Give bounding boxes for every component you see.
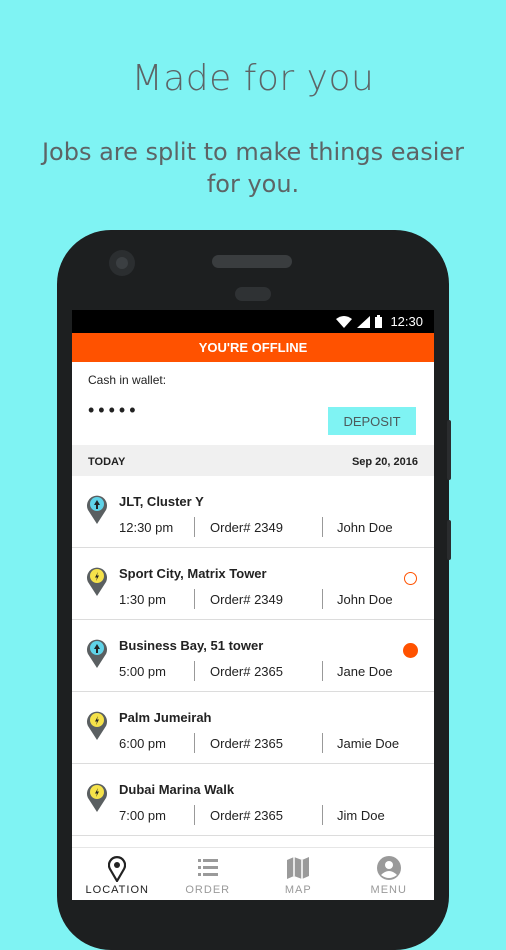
tab-map[interactable]: MAP (253, 848, 344, 900)
job-time: 1:30 pm (119, 591, 166, 607)
job-location: JLT, Cluster Y (119, 494, 204, 509)
list-icon (197, 859, 218, 876)
job-status-indicator (404, 572, 417, 585)
job-row[interactable]: JLT, Cluster Y 12:30 pm Order# 2349 John Do… (72, 476, 434, 548)
job-row[interactable]: Sport City, Matrix Tower 1:30 pm Order# 23… (72, 548, 434, 620)
tab-menu-label: MENU (370, 884, 407, 896)
earpiece (235, 287, 271, 301)
map-icon (287, 857, 310, 879)
job-meta: 7:00 pm Order# 2365 Jim Doe (119, 805, 385, 825)
day-label: TODAY (88, 456, 126, 468)
job-customer-name: John Doe (337, 591, 393, 607)
job-location: Sport City, Matrix Tower (119, 566, 267, 581)
tab-location-label: LOCATION (85, 884, 149, 896)
tab-order-label: ORDER (185, 884, 231, 896)
dropoff-pin-icon (87, 783, 107, 812)
deposit-button[interactable]: DEPOSIT (328, 407, 416, 435)
job-status-indicator (403, 643, 418, 658)
job-location: Palm Jumeirah (119, 710, 212, 725)
job-row[interactable]: Palm Jumeirah 6:00 pm Order# 2365 Jamie Doe (72, 692, 434, 764)
job-order-number: Order# 2365 (210, 735, 283, 751)
battery-icon (375, 315, 382, 328)
location-pin-icon (108, 856, 127, 882)
job-meta: 6:00 pm Order# 2365 Jamie Doe (119, 733, 399, 753)
job-time: 7:00 pm (119, 807, 166, 823)
job-customer-name: Jamie Doe (337, 735, 400, 751)
date-label: Sep 20, 2016 (351, 456, 418, 468)
job-row[interactable]: Business Bay, 51 tower 5:00 pm Order# 2365… (72, 620, 434, 692)
promo-subtitle: Jobs are split to make things easier for… (41, 138, 465, 198)
status-bar: 12:30 (72, 310, 434, 333)
job-order-number: Order# 2349 (210, 591, 283, 607)
job-order-number: Order# 2365 (210, 807, 283, 823)
volume-button (447, 420, 451, 480)
job-customer-name: Jane Doe (337, 663, 393, 679)
speaker-grille (212, 255, 292, 268)
tab-map-label: MAP (284, 884, 312, 896)
wallet-panel: Cash in wallet: ••••• DEPOSIT (72, 362, 434, 445)
tab-location[interactable]: LOCATION (72, 848, 163, 900)
pickup-pin-icon (87, 495, 107, 524)
bottom-nav: LOCATION ORDER MAP MENU (72, 847, 434, 900)
account-icon (376, 856, 401, 880)
dropoff-pin-icon (87, 567, 107, 596)
job-customer-name: John Doe (337, 519, 393, 535)
job-row[interactable]: Dubai Marina Walk 7:00 pm Order# 2365 Jim D… (72, 764, 434, 836)
day-header: TODAY Sep 20, 2016 (72, 445, 434, 476)
job-meta: 5:00 pm Order# 2365 Jane Doe (119, 661, 393, 681)
job-order-number: Order# 2349 (210, 519, 283, 535)
dropoff-pin-icon (87, 711, 107, 740)
job-order-number: Order# 2365 (210, 663, 283, 679)
signal-icon (357, 315, 370, 328)
offline-banner: YOU'RE OFFLINE (72, 333, 434, 362)
job-time: 12:30 pm (119, 519, 174, 535)
power-button (447, 520, 451, 560)
job-customer-name: Jim Doe (337, 807, 385, 823)
wifi-icon (336, 315, 352, 328)
job-list: JLT, Cluster Y 12:30 pm Order# 2349 John Do… (72, 476, 434, 836)
job-time: 6:00 pm (119, 735, 166, 751)
job-location: Dubai Marina Walk (119, 782, 235, 797)
front-camera (109, 250, 135, 276)
tab-order[interactable]: ORDER (163, 848, 254, 900)
job-meta: 12:30 pm Order# 2349 John Doe (119, 517, 393, 537)
job-location: Business Bay, 51 tower (119, 638, 264, 653)
clock: 12:30 (390, 314, 423, 329)
tab-menu[interactable]: MENU (344, 848, 435, 900)
job-time: 5:00 pm (119, 663, 166, 679)
wallet-label: Cash in wallet: (88, 373, 167, 387)
promo-title: Made for you (131, 58, 375, 99)
pickup-pin-icon (87, 639, 107, 668)
wallet-masked-balance: ••••• (88, 400, 140, 420)
job-meta: 1:30 pm Order# 2349 John Doe (119, 589, 393, 609)
app-screen: 12:30 YOU'RE OFFLINE Cash in wallet: •••… (72, 310, 434, 900)
